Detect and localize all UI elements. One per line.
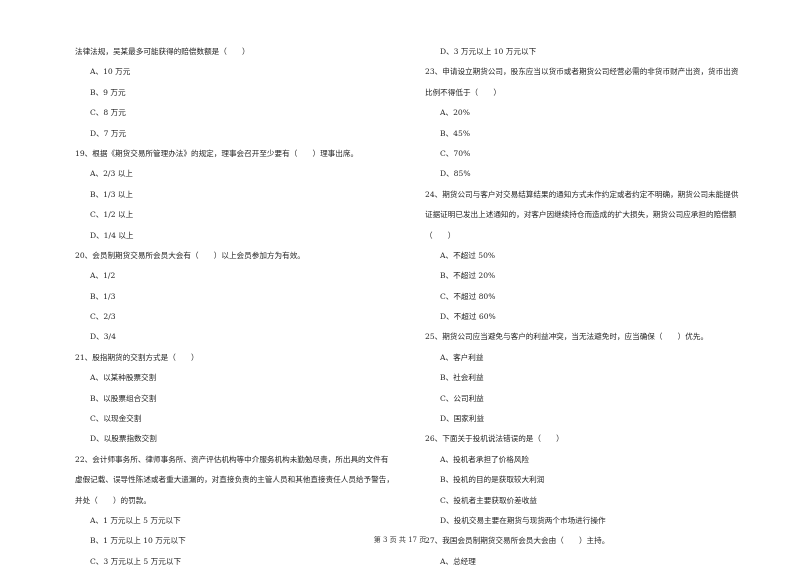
question-continuation: （ ）: [425, 230, 456, 240]
question-text: 23、申请设立期货公司，股东应当以货币或者期货公司经营必需的非货币财产出资，货币…: [425, 67, 739, 77]
answer-option: A、10 万元: [90, 67, 131, 77]
question-text: 20、会员制期货交易所会员大会有（ ）以上会员参加方为有效。: [75, 250, 305, 260]
answer-option: B、以股票组合交割: [90, 393, 157, 403]
question-text: 24、期货公司与客户对交易结算结果的通知方式未作约定或者约定不明确，期货公司未能…: [425, 189, 739, 199]
answer-option: C、不超过 80%: [440, 291, 496, 301]
question-continuation: 法律法规，吴某最多可能获得的赔偿数额是（ ）: [75, 47, 250, 56]
answer-option: A、不超过 50%: [440, 250, 496, 260]
answer-option: D、3/4: [90, 332, 116, 342]
question-continuation: 比例不得低于（ ）: [425, 87, 501, 97]
left-column: 法律法规，吴某最多可能获得的赔偿数额是（ ） A、10 万元 B、9 万元 C、8 万…: [75, 42, 405, 572]
answer-option: A、投机者承担了价格风险: [440, 454, 530, 464]
answer-option: B、不超过 20%: [440, 271, 496, 281]
answer-option: D、85%: [440, 169, 471, 179]
answer-option: C、公司利益: [440, 393, 484, 403]
answer-option: D、以股票指数交割: [90, 434, 157, 444]
page-number: 第 3 页 共 17 页: [373, 536, 427, 544]
answer-option: D、不超过 60%: [440, 312, 496, 322]
answer-option: B、45%: [440, 128, 471, 138]
question-text: 19、根据《期货交易所管理办法》的规定，理事会召开至少要有（ ）理事出席。: [75, 148, 359, 158]
question-text: 21、股指期货的交割方式是（ ）: [75, 352, 199, 362]
answer-option: C、2/3: [90, 312, 116, 322]
question-continuation: 虚假记载、误导性陈述或者重大遗漏的，对直接负责的主管人员和其他直接责任人员给予警…: [75, 475, 394, 485]
answer-option: B、9 万元: [90, 87, 126, 97]
answer-option: D、投机交易主要在期货与现货两个市场进行操作: [440, 515, 606, 525]
right-column: D、3 万元以上 10 万元以下 23、申请设立期货公司，股东应当以货币或者期货公…: [425, 42, 765, 572]
question-continuation: 并处（ ）的罚款。: [75, 495, 151, 505]
question-text: 22、会计师事务所、律师事务所、资产评估机构等中介服务机构未勤勉尽责，所出具的文…: [75, 454, 389, 464]
answer-option: B、社会利益: [440, 373, 484, 383]
answer-option: D、国家利益: [440, 414, 485, 424]
question-text: 26、下面关于投机说法错误的是（ ）: [425, 434, 564, 444]
answer-option: B、投机的目的是获取较大利润: [440, 475, 545, 485]
answer-option: A、1/2: [90, 271, 116, 281]
answer-option: B、1/3 以上: [90, 189, 133, 199]
answer-option: B、1/3: [90, 291, 116, 301]
answer-option: A、以某种股票交割: [90, 373, 157, 383]
answer-option: C、3 万元以上 5 万元以下: [90, 556, 182, 566]
answer-option: A、总经理: [440, 556, 476, 566]
question-text: 25、期货公司应当避免与客户的利益冲突，当无法避免时，应当确保（ ）优先。: [425, 332, 709, 342]
answer-option: A、1 万元以上 5 万元以下: [90, 515, 181, 525]
answer-option: C、8 万元: [90, 108, 126, 118]
answer-option: C、1/2 以上: [90, 210, 134, 220]
answer-option: C、以现金交割: [90, 414, 142, 424]
answer-option: D、3 万元以上 10 万元以下: [440, 47, 537, 56]
answer-option: A、20%: [440, 108, 470, 118]
answer-option: C、70%: [440, 148, 471, 158]
answer-option: D、7 万元: [90, 128, 127, 138]
answer-option: A、客户利益: [440, 352, 484, 362]
answer-option: A、2/3 以上: [90, 169, 133, 179]
answer-option: D、1/4 以上: [90, 230, 134, 240]
question-continuation: 证据证明已发出上述通知的，对客户因继续持仓而造成的扩大损失，期货公司应承担的赔偿…: [425, 210, 737, 220]
answer-option: C、投机者主要获取价差收益: [440, 495, 537, 505]
